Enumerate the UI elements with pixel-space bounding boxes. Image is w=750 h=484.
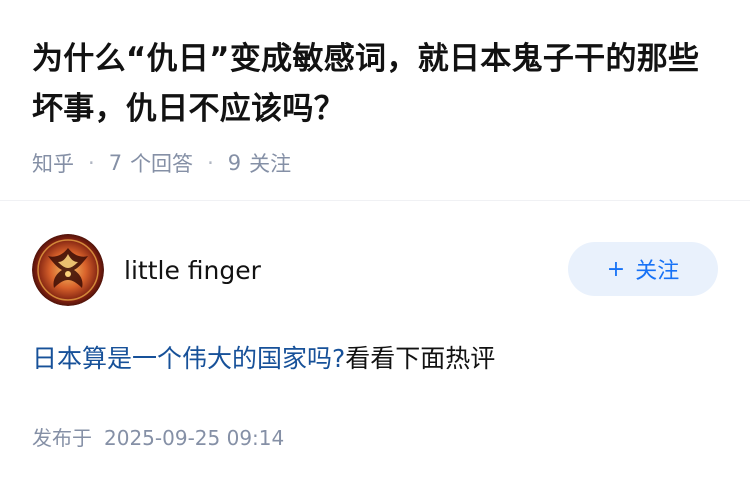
- answers-count: 7: [108, 151, 123, 175]
- content-text: 看看下面热评: [345, 344, 496, 373]
- meta-separator: ·: [88, 151, 95, 175]
- question-card: 为什么“仇日”变成敏感词，就日本鬼子干的那些坏事，仇日不应该吗？ 知乎 · 7 …: [32, 34, 722, 178]
- author-name[interactable]: little finger: [124, 256, 261, 285]
- section-divider: [0, 200, 750, 201]
- meta-separator: ·: [207, 151, 214, 175]
- content-link[interactable]: 日本算是一个伟大的国家吗?: [32, 344, 345, 373]
- published-info: 发布于 2025-09-25 09:14: [32, 422, 718, 451]
- answers-label[interactable]: 个回答: [130, 148, 193, 178]
- published-label: 发布于: [32, 426, 92, 450]
- source-label[interactable]: 知乎: [32, 148, 74, 178]
- followers-label: 关注: [249, 152, 292, 176]
- plus-icon: +: [606, 256, 626, 282]
- question-title[interactable]: 为什么“仇日”变成敏感词，就日本鬼子干的那些坏事，仇日不应该吗？: [32, 34, 722, 134]
- follow-button[interactable]: + 关注: [568, 242, 718, 296]
- answer-card: little finger + 关注 日本算是一个伟大的国家吗?看看下面热评 发…: [32, 232, 718, 451]
- author-row: little finger + 关注: [32, 232, 718, 308]
- question-meta: 知乎 · 7 个回答 · 9 关注: [32, 148, 722, 178]
- phoenix-avatar-icon[interactable]: [32, 234, 104, 306]
- published-date: 2025-09-25 09:14: [104, 426, 285, 450]
- follow-button-label: 关注: [635, 259, 680, 284]
- answer-content: 日本算是一个伟大的国家吗?看看下面热评: [32, 340, 718, 378]
- followers-count: 9: [227, 151, 242, 175]
